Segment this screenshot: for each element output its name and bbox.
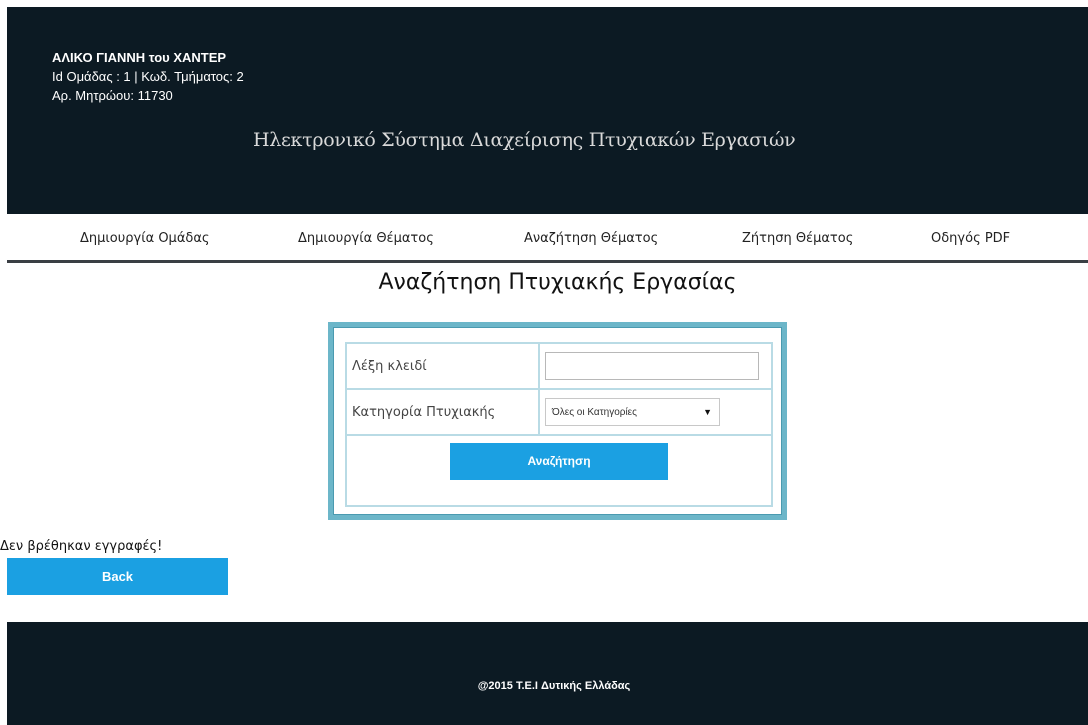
keyword-cell xyxy=(538,342,773,390)
category-cell: Όλες οι Κατηγορίες ▼ xyxy=(538,388,773,436)
category-label: Κατηγορία Πτυχιακής xyxy=(345,388,540,436)
nav-item-create-topic[interactable]: Δημιουργία Θέματος xyxy=(298,231,434,246)
back-button[interactable]: Back xyxy=(7,558,228,595)
category-selected-value: Όλες οι Κατηγορίες xyxy=(552,406,637,418)
nav-item-create-group[interactable]: Δημιουργία Ομάδας xyxy=(80,231,210,246)
system-title: Ηλεκτρονικό Σύστημα Διαχείρισης Πτυχιακώ… xyxy=(253,129,796,151)
keyword-label: Λέξη κλειδί xyxy=(345,342,540,390)
user-info: ΑΛΙΚΟ ΓΙΑΝΝΗ του ΧΑΝΤΕΡ Id Ομάδας : 1 | … xyxy=(52,48,244,105)
submit-cell: Αναζήτηση xyxy=(345,434,773,507)
footer-copyright: @2015 T.E.I Δυτικής Ελλάδας xyxy=(477,680,631,692)
caret-down-icon: ▼ xyxy=(703,407,712,417)
page-title: Αναζήτηση Πτυχιακής Εργασίας xyxy=(378,270,737,295)
registry-number: Αρ. Μητρώου: 11730 xyxy=(52,88,173,103)
header: ΑΛΙΚΟ ΓΙΑΝΝΗ του ΧΑΝΤΕΡ Id Ομάδας : 1 | … xyxy=(7,7,1088,214)
nav-item-search-topic[interactable]: Αναζήτηση Θέματος xyxy=(524,231,658,246)
nav-item-request-topic[interactable]: Ζήτηση Θέματος xyxy=(742,231,853,246)
footer: @2015 T.E.I Δυτικής Ελλάδας xyxy=(7,622,1088,725)
search-form-table: Λέξη κλειδί Κατηγορία Πτυχιακής Όλες οι … xyxy=(345,342,773,507)
group-info: Id Ομάδας : 1 | Κωδ. Τμήματος: 2 xyxy=(52,69,244,84)
search-button[interactable]: Αναζήτηση xyxy=(450,443,668,480)
main-nav: Δημιουργία Ομάδας Δημιουργία Θέματος Ανα… xyxy=(7,214,1088,263)
category-select[interactable]: Όλες οι Κατηγορίες ▼ xyxy=(545,398,720,426)
nav-item-pdf-guide[interactable]: Οδηγός PDF xyxy=(931,231,1010,246)
page: ΑΛΙΚΟ ΓΙΑΝΝΗ του ΧΑΝΤΕΡ Id Ομάδας : 1 | … xyxy=(0,0,1088,725)
user-name: ΑΛΙΚΟ ΓΙΑΝΝΗ του ΧΑΝΤΕΡ xyxy=(52,50,227,65)
keyword-input[interactable] xyxy=(545,352,759,380)
search-form: Λέξη κλειδί Κατηγορία Πτυχιακής Όλες οι … xyxy=(328,322,787,520)
no-records-message: Δεν βρέθηκαν εγγραφές! xyxy=(0,539,163,554)
